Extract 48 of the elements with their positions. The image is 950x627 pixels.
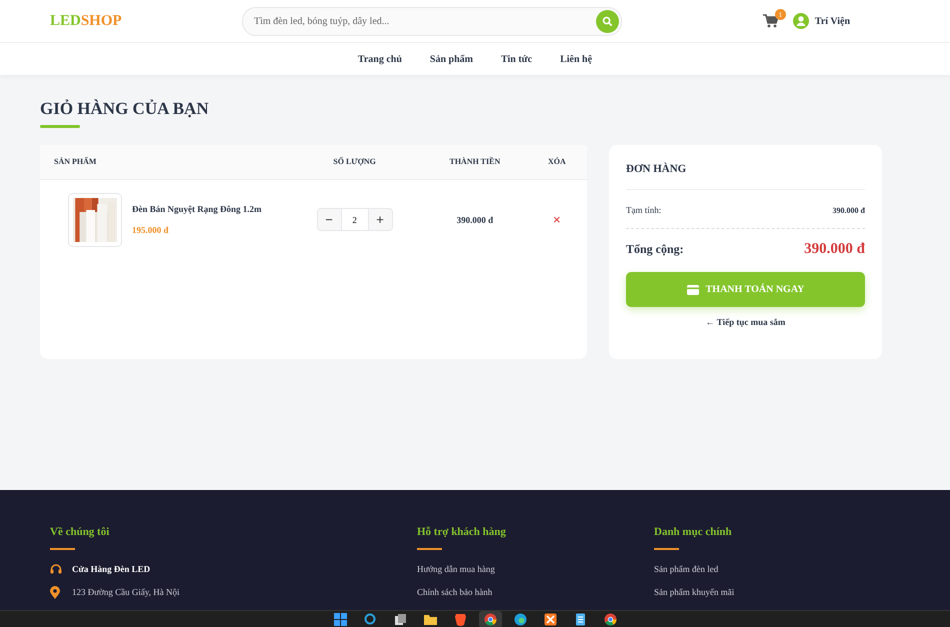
- product-name[interactable]: Đèn Bán Nguyệt Rạng Đông 1.2m: [132, 204, 262, 214]
- search-icon: [602, 16, 613, 26]
- subtotal-value: 390.000 đ: [832, 206, 865, 214]
- continue-shopping-link[interactable]: ← Tiếp tục mua sắm: [706, 317, 786, 327]
- chrome-icon: [604, 612, 616, 626]
- column-header: SỐ LƯỢNG: [286, 145, 424, 179]
- remove-button[interactable]: ×: [553, 212, 561, 227]
- footer-link[interactable]: Chính sách bảo hành: [417, 587, 492, 597]
- footer-text: Cửa Hàng Đèn LED: [72, 564, 150, 574]
- user-name[interactable]: Trí Viện: [814, 16, 850, 26]
- footer-text: 123 Đường Cầu Giấy, Hà Nội: [72, 587, 180, 597]
- xampp-icon: [544, 612, 556, 626]
- chrome-icon: [484, 612, 496, 626]
- search-icon: [364, 612, 376, 626]
- footer-link[interactable]: Sản phẩm khuyến mãi: [654, 587, 734, 597]
- search-field[interactable]: Tìm đèn led, bóng tuýp, dây led...: [242, 6, 622, 36]
- footer-heading: Danh mục chính: [654, 526, 732, 538]
- footer-heading: Hỗ trợ khách hàng: [417, 526, 506, 538]
- nav-link[interactable]: Tin tức: [501, 54, 532, 64]
- cart-icon[interactable]: [762, 14, 779, 28]
- footer-link[interactable]: Hướng dẫn mua hàng: [417, 564, 495, 574]
- product-price: 195.000 đ: [132, 225, 170, 235]
- folder-icon: [424, 612, 436, 626]
- taskbar-app-button[interactable]: [478, 610, 502, 627]
- column-header: XÓA: [526, 145, 587, 179]
- plus-button[interactable]: +: [368, 209, 392, 230]
- notepad-icon: [574, 612, 586, 626]
- task-view-icon: [394, 612, 406, 626]
- windows-icon: [334, 612, 346, 626]
- footer-heading: Về chúng tôi: [50, 526, 110, 538]
- quantity-stepper[interactable]: − 2 +: [316, 208, 393, 231]
- nav-link[interactable]: Trang chủ: [358, 54, 402, 64]
- nav-link[interactable]: Liên hệ: [560, 54, 592, 64]
- total-label: Tổng cộng:: [626, 242, 684, 257]
- card-icon: [686, 284, 699, 294]
- column-header: THÀNH TIỀN: [423, 145, 527, 179]
- order-title: ĐƠN HÀNG: [626, 163, 865, 190]
- headset-icon: [50, 564, 62, 574]
- footer-link[interactable]: Sản phẩm đèn led: [654, 564, 718, 574]
- page-title: GIỎ HÀNG CỦA BẠN: [40, 99, 209, 119]
- nav-link[interactable]: Sản phẩm: [430, 54, 473, 64]
- minus-button[interactable]: −: [318, 209, 341, 230]
- subtotal-label: Tạm tính:: [626, 205, 662, 215]
- column-header: SẢN PHẨM: [40, 145, 286, 179]
- location-pin-icon: [50, 586, 60, 598]
- total-value: 390.000 đ: [804, 241, 865, 258]
- quantity-field[interactable]: 2: [340, 209, 369, 230]
- line-total: 390.000 đ: [456, 214, 494, 224]
